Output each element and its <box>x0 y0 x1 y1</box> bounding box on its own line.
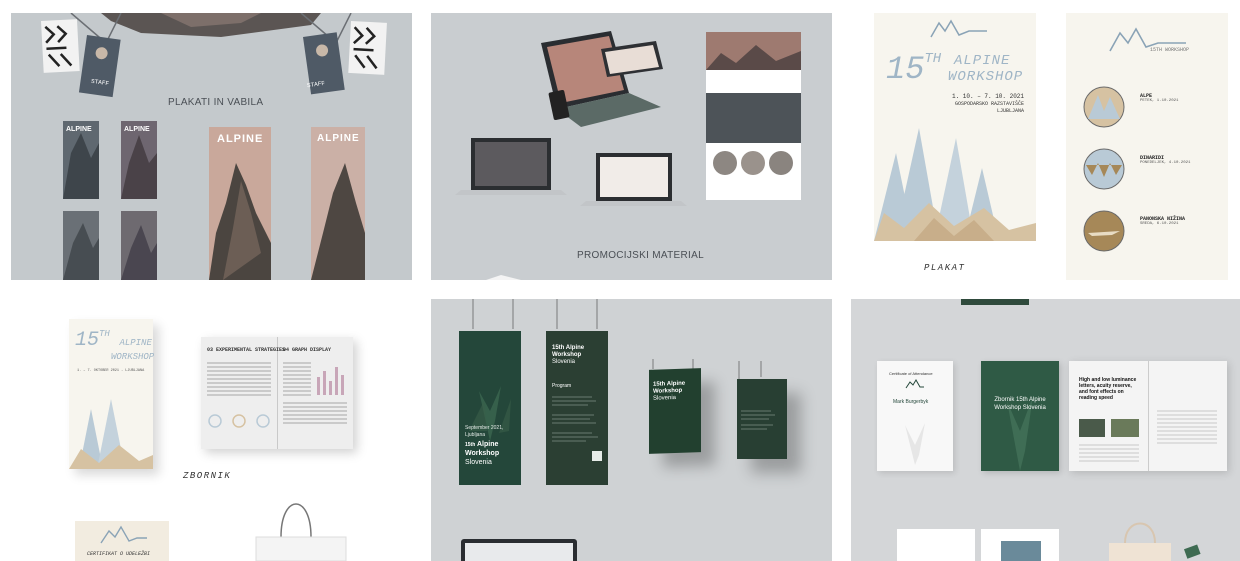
alpine-logo-icon <box>905 379 924 389</box>
poster-title-line: Workshop <box>465 450 500 457</box>
dinarides-circle-icon <box>1083 148 1125 190</box>
plant-icon <box>905 423 925 465</box>
program-logo-sub: 15TH WORKSHOP <box>1150 47 1190 53</box>
tile-banners[interactable]: ALPINE ALPINE ALPINE ALPINE STAFF STAFF … <box>11 13 412 280</box>
certificate-heading: Certificate of Attendance <box>889 371 933 376</box>
poster-country: Slovenia <box>552 359 576 365</box>
devices-illustration <box>455 31 801 280</box>
tile-poster[interactable]: 15TH ALPINE WORKSHOP 1. 10. – 7. 10. 202… <box>851 13 1240 280</box>
plant-icon <box>1007 396 1033 471</box>
tile-proceedings[interactable]: 15TH ALPINE WORKSHOP 1. – 7. OKTOBER 202… <box>11 299 412 561</box>
book-title: Zbornik 15th Alpine Workshop Slovenia <box>994 397 1046 411</box>
program-item-date: PONEDELJEK, 4.10.2021 <box>1140 161 1191 165</box>
tile-caption: ZBORNIK <box>183 471 232 481</box>
book-mountain-shapes <box>69 399 153 469</box>
program-lines <box>741 410 775 430</box>
book-cover: 15TH ALPINE WORKSHOP 1. – 7. OKTOBER 202… <box>69 319 155 469</box>
certificate: CERTIFIKAT O UDELEŽBI <box>75 521 169 561</box>
poster-sheet: 15TH ALPINE WORKSHOP 1. 10. – 7. 10. 202… <box>874 13 1036 241</box>
green-poster <box>737 379 787 459</box>
poster-country: Slovenia <box>465 459 492 466</box>
poster-city: Ljubljana <box>465 432 486 438</box>
banners-illustration <box>41 13 387 280</box>
green-poster: 15th Alpine Workshop Slovenia Program <box>546 331 608 485</box>
tile-stationery[interactable]: Certificate of Attendance Mark Burgerbyk… <box>851 299 1240 561</box>
tile-caption: PROMOCIJSKI MATERIAL <box>577 250 704 261</box>
portfolio-grid: ALPINE ALPINE ALPINE ALPINE STAFF STAFF … <box>0 0 1240 561</box>
attendance-certificate: Certificate of Attendance Mark Burgerbyk <box>877 361 953 471</box>
poster-venue: GOSPODARSKO RAZSTAVIŠČE <box>954 101 1024 107</box>
program-item-date: SREDA, 6.10.2021 <box>1140 222 1179 226</box>
poster-title-line: 15th Alpine <box>465 441 499 448</box>
tile-caption: PLAKAT <box>924 263 966 273</box>
tile-promo[interactable]: PROMOCIJSKI MATERIAL <box>431 13 832 280</box>
program-lines <box>552 396 602 461</box>
alpine-logo-icon <box>100 525 147 544</box>
article-title: High and low luminance letters, acuity r… <box>1079 377 1137 401</box>
letterhead <box>981 529 1059 561</box>
open-magazine: High and low luminance letters, acuity r… <box>1069 361 1227 471</box>
book-title: 15TH ALPINE WORKSHOP <box>75 329 155 362</box>
poster-program: Program <box>552 383 572 389</box>
open-book: 03 EXPERIMENTAL STRATEGIES 04 GRAPH DISP… <box>201 337 353 449</box>
poster-title: 15TH ALPINE WORKSHOP <box>886 51 1024 88</box>
alps-circle-icon <box>1083 86 1125 128</box>
poster-dates: 1. 10. – 7. 10. 2021 <box>951 93 1024 100</box>
poster-date: September 2021, <box>465 425 504 431</box>
tote-bag <box>255 503 347 561</box>
flyer-brand: ALPINE <box>124 126 150 133</box>
laptop-screen <box>461 539 577 561</box>
article-content <box>1079 410 1217 462</box>
poster-country: Slovenia <box>653 394 677 402</box>
top-item <box>961 299 1029 305</box>
book-dates: 1. – 7. OKTOBER 2021 - LJUBLJANA <box>77 369 145 373</box>
banner-brand: ALPINE <box>317 133 360 144</box>
program-item-date: PETEK, 1.10.2021 <box>1140 99 1179 103</box>
poster-title-line: 15th Alpine <box>552 345 585 351</box>
pannonian-circle-icon <box>1083 210 1125 252</box>
alpine-logo-icon <box>930 19 987 38</box>
certificate-title: CERTIFIKAT O UDELEŽBI <box>87 551 151 557</box>
program-sheet: 15TH WORKSHOP ALPE PETEK, 1.10.2021 DINA… <box>1066 13 1228 280</box>
proceedings-book: Zbornik 15th Alpine Workshop Slovenia <box>981 361 1059 471</box>
green-poster: September 2021, Ljubljana 15th Alpine Wo… <box>459 331 521 485</box>
banner-brand: ALPINE <box>217 133 264 145</box>
letterhead <box>897 529 975 561</box>
page-title: 03 EXPERIMENTAL STRATEGIES <box>207 347 286 353</box>
tile-green-posters[interactable]: September 2021, Ljubljana 15th Alpine Wo… <box>431 299 832 561</box>
mountain-shapes <box>874 128 1036 241</box>
poster-title-line: Workshop <box>653 387 683 395</box>
tote-bag <box>1109 522 1201 561</box>
green-poster: 15th Alpine Workshop Slovenia <box>649 368 701 454</box>
page-title: 04 GRAPH DISPLAY <box>283 347 332 353</box>
tile-caption: PLAKATI IN VABILA <box>168 97 264 108</box>
page-content <box>207 362 347 428</box>
flyer-brand: ALPINE <box>66 126 92 133</box>
poster-title-line: 15th Alpine <box>653 380 686 388</box>
certificate-name: Mark Burgerbyk <box>893 399 929 405</box>
poster-title-line: Workshop <box>552 352 582 358</box>
